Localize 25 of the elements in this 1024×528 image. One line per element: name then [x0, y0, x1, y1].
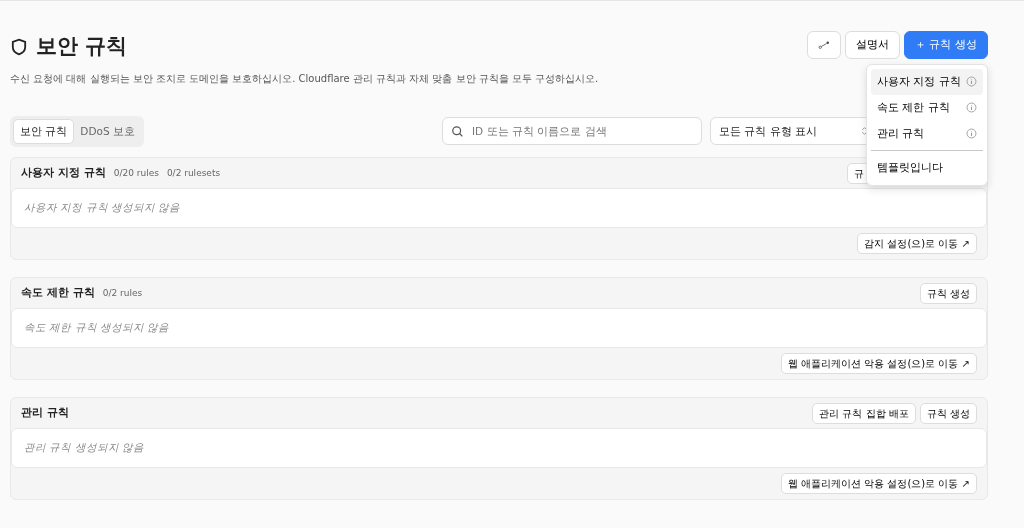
section-button[interactable]: 관리 규칙 집합 배포: [812, 402, 916, 424]
search-input[interactable]: ID 또는 규칙 이름으로 검색: [470, 122, 690, 141]
section-title: 관리 규칙: [21, 405, 69, 421]
menu-item[interactable]: 템플릿입니다: [871, 155, 983, 181]
section-title: 사용자 지정 규칙: [21, 165, 106, 181]
tab[interactable]: DDoS 보호: [74, 118, 141, 145]
create-rule-button[interactable]: ＋ 규칙 생성: [904, 31, 988, 59]
section-button[interactable]: 규칙 생성: [919, 402, 977, 424]
rule-count: 0/2 rules: [102, 287, 143, 300]
settings-link-button[interactable]: 웹 애플리케이션 악용 설정(으)로 이동 ↗: [780, 473, 977, 495]
docs-button[interactable]: 설명서: [845, 31, 900, 59]
search-field[interactable]: ID 또는 규칙 이름으로 검색: [442, 117, 702, 146]
empty-message: 관리 규칙 생성되지 않음: [11, 428, 987, 469]
page-title: 보안 규칙: [36, 33, 128, 60]
empty-message: 속도 제한 규칙 생성되지 않음: [11, 308, 987, 349]
page-description: 수신 요청에 대해 실행되는 보안 조치로 도메인을 보호하십시오. Cloudflare 관리 규칙과 자체 맞춤 보안 규칙을 모두 구성하십시오.: [10, 71, 599, 86]
section-button[interactable]: 규칙 생성: [919, 282, 977, 304]
settings-link-button[interactable]: 웹 애플리케이션 악용 설정(으)로 이동 ↗: [780, 353, 977, 375]
tab[interactable]: 보안 규칙: [13, 118, 75, 145]
menu-item[interactable]: 사용자 지정 규칙: [871, 69, 983, 95]
empty-message: 사용자 지정 규칙 생성되지 않음: [11, 188, 987, 229]
settings-link-button[interactable]: 감지 설정(으)로 이동 ↗: [857, 233, 977, 255]
section-title: 속도 제한 규칙: [21, 285, 95, 301]
rule-count: 0/2 rulesets: [166, 167, 221, 180]
rule-count: 0/20 rules: [113, 167, 159, 180]
